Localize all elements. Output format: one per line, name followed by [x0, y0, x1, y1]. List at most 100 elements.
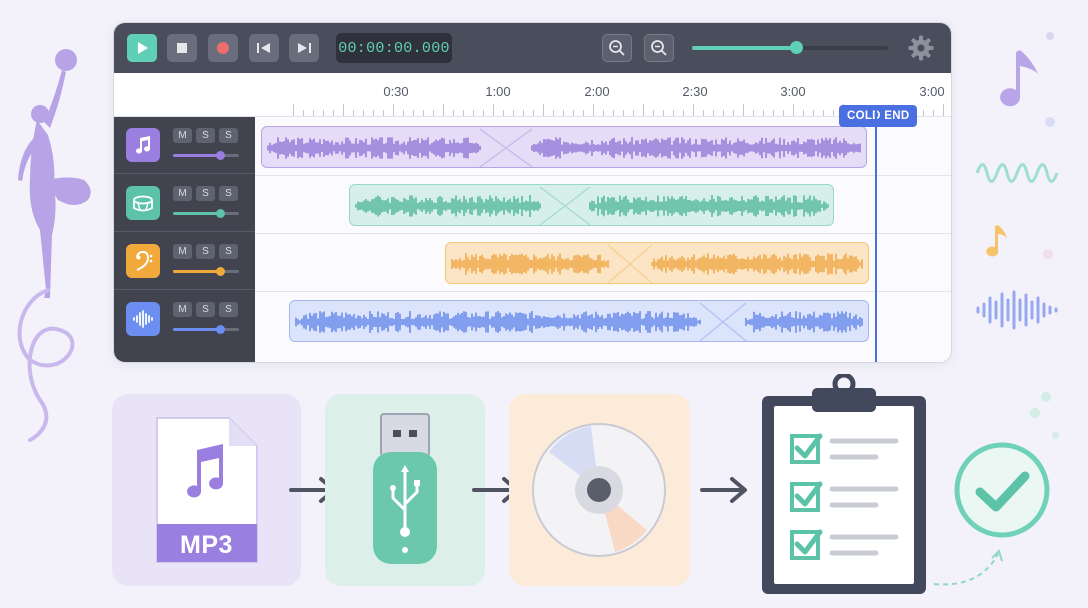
ruler-tick: [333, 110, 334, 116]
audio-clip[interactable]: [261, 126, 867, 168]
track-volume-slider[interactable]: [173, 151, 239, 160]
small-music-note-icon: [986, 225, 1007, 257]
ruler-tick: [593, 104, 594, 116]
zoom-out-button[interactable]: [602, 34, 632, 62]
ruler-tick: [303, 110, 304, 116]
audio-clip[interactable]: [445, 242, 869, 284]
track-volume-handle[interactable]: [215, 151, 225, 160]
track-volume-handle[interactable]: [215, 209, 225, 218]
cold-end-marker[interactable]: COLD END: [839, 105, 918, 127]
ruler-tick: [723, 110, 724, 116]
ruler-tick: [463, 110, 464, 116]
track-volume-slider[interactable]: [173, 209, 239, 218]
track-volume-handle[interactable]: [215, 267, 225, 276]
ruler-tick: [683, 110, 684, 116]
playhead[interactable]: [875, 107, 877, 362]
track-header-4: M S S: [114, 291, 255, 348]
play-icon: [138, 42, 148, 54]
track-option-button[interactable]: S: [219, 244, 238, 259]
track-icon[interactable]: [126, 302, 160, 336]
ruler-tick: [493, 104, 494, 116]
ruler-tick: [653, 110, 654, 116]
decor-dot: [1045, 117, 1055, 127]
track-volume-slider[interactable]: [173, 325, 239, 334]
ruler-tick: [613, 110, 614, 116]
track-volume-fill: [173, 328, 220, 331]
music-note-icon: [1000, 50, 1038, 107]
track-volume-fill: [173, 154, 220, 157]
daw-window: 00:00:00.000 0:30 1:00 2:00 2:30 3:00 3:…: [113, 22, 952, 363]
forward-button[interactable]: [289, 34, 319, 62]
track-volume-slider[interactable]: [173, 267, 239, 276]
track-icon[interactable]: [126, 244, 160, 278]
track-option-button[interactable]: S: [219, 302, 238, 317]
ruler-tick: [643, 104, 644, 116]
crossfade-marker[interactable]: [479, 128, 533, 167]
rewind-button[interactable]: [249, 34, 279, 62]
stop-button[interactable]: [167, 34, 197, 62]
solo-button[interactable]: S: [196, 186, 215, 201]
lane-divider: [255, 175, 951, 176]
crossfade-marker[interactable]: [607, 244, 653, 283]
check-circle-icon: [954, 442, 1050, 538]
crossfade-marker[interactable]: [699, 302, 747, 341]
waveform-path: [267, 137, 861, 159]
crossfade-marker[interactable]: [539, 186, 591, 225]
mute-button[interactable]: M: [173, 186, 192, 201]
ruler-tick: [393, 104, 394, 116]
track-icon[interactable]: [126, 186, 160, 220]
record-button[interactable]: [208, 34, 238, 62]
ruler-tick: [813, 110, 814, 116]
master-volume-slider[interactable]: [692, 41, 888, 54]
mute-button[interactable]: M: [173, 128, 192, 143]
waveform: [355, 186, 829, 225]
zoom-in-button[interactable]: [644, 34, 674, 62]
track-header-1: M S S: [114, 117, 255, 174]
track-volume-fill: [173, 212, 220, 215]
ruler-tick: [323, 110, 324, 116]
mute-button[interactable]: M: [173, 302, 192, 317]
music-note-icon: [136, 136, 150, 154]
solo-button[interactable]: S: [196, 244, 215, 259]
ruler-corner: [114, 73, 255, 117]
ruler-tick: [423, 110, 424, 116]
mute-button[interactable]: M: [173, 244, 192, 259]
lane-divider: [255, 291, 951, 292]
solo-button[interactable]: S: [196, 302, 215, 317]
stop-icon: [177, 43, 187, 53]
ruler-tick: [663, 110, 664, 116]
waveform-path: [355, 195, 829, 217]
track-volume-handle[interactable]: [215, 325, 225, 334]
usb-drive-icon: [373, 413, 437, 564]
ruler-tick: [943, 104, 944, 116]
ruler-tick: [773, 110, 774, 116]
ruler-tick: [473, 110, 474, 116]
gear-icon[interactable]: [907, 34, 935, 62]
track-lanes: [255, 117, 951, 362]
audio-clip[interactable]: [289, 300, 869, 342]
ruler-tick: [483, 110, 484, 116]
track-option-button[interactable]: S: [219, 186, 238, 201]
track-volume-fill: [173, 270, 220, 273]
zoom-in-icon: [651, 40, 667, 56]
track-icon[interactable]: [126, 128, 160, 162]
cd-disc-icon: [532, 423, 666, 557]
solo-button[interactable]: S: [196, 128, 215, 143]
ruler-tick: [373, 110, 374, 116]
track-option-button[interactable]: S: [219, 128, 238, 143]
audio-clip[interactable]: [349, 184, 834, 226]
ruler-tick: [533, 110, 534, 116]
gymnast-illustration: [17, 49, 91, 442]
record-icon: [217, 42, 229, 54]
ruler-tick: [823, 110, 824, 116]
ruler-tick: [563, 110, 564, 116]
ruler-tick: [543, 104, 544, 116]
ruler-tick: [633, 110, 634, 116]
arrow-right-icon: [700, 477, 747, 503]
ruler-tick: [403, 110, 404, 116]
drum-icon: [133, 195, 153, 212]
ruler-tick: [503, 110, 504, 116]
master-volume-handle[interactable]: [789, 41, 803, 54]
play-button[interactable]: [127, 34, 157, 62]
dashed-curve-arrow: [933, 549, 1003, 586]
